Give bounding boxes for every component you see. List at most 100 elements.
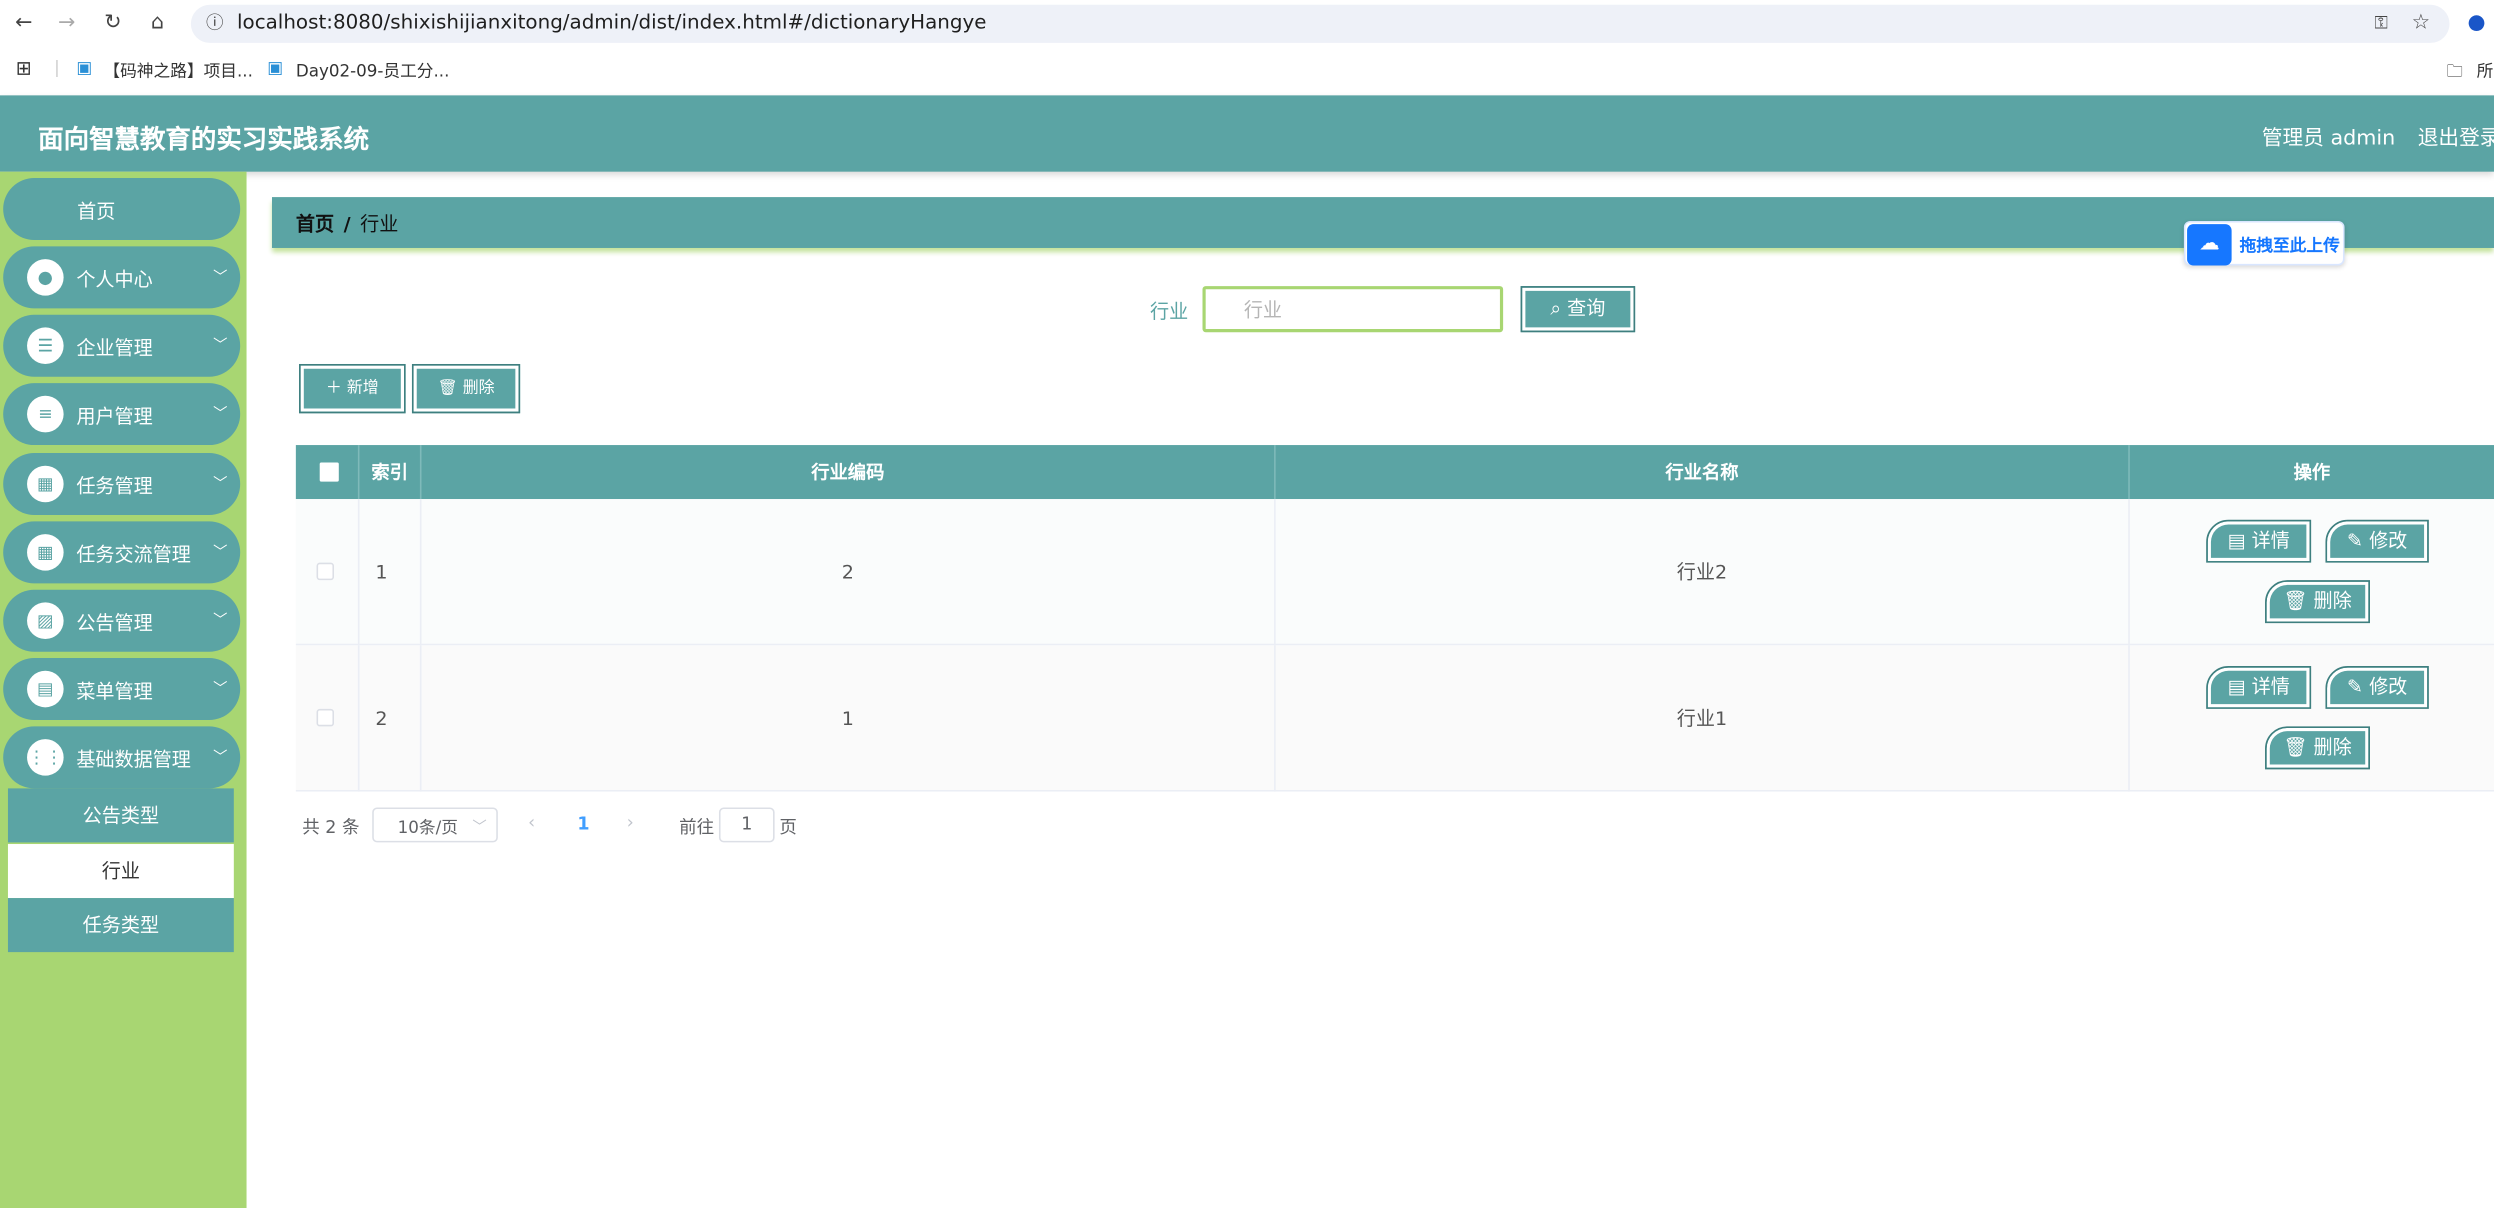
bilibili-icon: ▣ — [76, 58, 93, 78]
sidebar-item-personal[interactable]: ● 个人中心 ﹀ — [3, 246, 241, 309]
sidebar-item-users[interactable]: ≡ 用户管理 ﹀ — [3, 383, 241, 446]
back-icon[interactable]: ← — [11, 11, 36, 36]
actions-cell: ▤ 详情 ✎ 修改 🗑 删除 — [2130, 645, 2494, 791]
next-page-icon[interactable]: › — [627, 812, 634, 833]
upload-label: 拖拽至此上传 — [2239, 236, 2340, 256]
edit-button[interactable]: ✎ 修改 — [2325, 666, 2429, 709]
breadcrumb: 首页 / 行业 — [271, 197, 2494, 248]
index-cell: 1 — [359, 499, 422, 646]
chart-icon: ▨ — [27, 602, 64, 639]
delete-label: 删除 — [2313, 589, 2352, 612]
star-icon[interactable]: ☆ — [2408, 11, 2433, 36]
sidebar-item-base-data[interactable]: ⋮⋮ 基础数据管理 ﹀ — [3, 726, 241, 789]
upload-widget[interactable]: ☁ 拖拽至此上传 — [2183, 220, 2345, 266]
checkbox-cell — [296, 499, 360, 646]
cloud-upload-icon: ☁ — [2187, 224, 2232, 266]
name-cell: 行业2 — [1276, 499, 2130, 646]
key-icon[interactable]: ⚿ — [2368, 11, 2393, 36]
sidebar-item-notices[interactable]: ▨ 公告管理 ﹀ — [3, 589, 241, 652]
breadcrumb-separator: / — [343, 212, 351, 236]
detail-label: 详情 — [2251, 529, 2290, 552]
goto-label: 前往 — [679, 817, 715, 838]
url-text[interactable]: localhost:8080/shixishijianxitong/admin/… — [237, 10, 987, 34]
sidebar-item-enterprise[interactable]: ☰ 企业管理 ﹀ — [3, 314, 241, 377]
grid-icon: ▦ — [27, 465, 64, 503]
logout-link[interactable]: 退出登录 — [2418, 121, 2494, 151]
delete-button-label: 删除 — [462, 379, 495, 398]
page-number[interactable]: 1 — [577, 814, 589, 835]
chevron-down-icon: ﹀ — [213, 476, 228, 493]
sidebar-item-tasks[interactable]: ▦ 任务管理 ﹀ — [3, 453, 241, 515]
folder-icon: 🗀 — [2446, 61, 2464, 82]
sidebar-item-label: 菜单管理 — [76, 680, 153, 703]
sidebar-item-menus[interactable]: ▤ 菜单管理 ﹀ — [3, 658, 241, 721]
select-all-cell — [296, 445, 360, 500]
chevron-down-icon: ﹀ — [472, 820, 487, 837]
row-checkbox[interactable] — [316, 562, 335, 581]
search-icon: ⌕ — [1550, 297, 1562, 320]
forward-icon[interactable]: → — [54, 11, 79, 36]
delete-button[interactable]: 🗑 删除 — [2265, 580, 2370, 624]
add-button-label: 新增 — [346, 379, 379, 398]
detail-button[interactable]: ▤ 详情 — [2206, 666, 2312, 709]
profile-icon[interactable]: ● — [2464, 11, 2489, 36]
bookmark-folder[interactable]: 所 — [2477, 59, 2494, 83]
batch-delete-button[interactable]: 🗑 删除 — [411, 363, 521, 414]
bookmark-item[interactable]: Day02-09-员工分... — [296, 59, 450, 83]
breadcrumb-home[interactable]: 首页 — [296, 213, 334, 235]
search-button[interactable]: ⌕ 查询 — [1520, 286, 1636, 333]
submenu-task-type[interactable]: 任务类型 — [7, 898, 234, 953]
app-header: 面向智慧教育的实习实践系统 管理员 admin 退出登录 — [0, 95, 2494, 172]
edit-button[interactable]: ✎ 修改 — [2325, 519, 2429, 563]
sidebar-item-label: 基础数据管理 — [76, 748, 191, 771]
table-row: 1 2 行业2 ▤ 详情 ✎ 修改 🗑 删除 — [295, 499, 2494, 646]
sidebar-item-label: 企业管理 — [76, 336, 153, 360]
index-cell: 2 — [359, 645, 422, 792]
code-cell: 1 — [422, 645, 1276, 792]
bookmarks-bar: ⊞ | ▣ 【码神之路】项目... ▣ Day02-09-员工分... 🗀 所 — [0, 47, 2494, 96]
apps-icon: ⋮⋮ — [27, 739, 64, 776]
submenu-notice-type[interactable]: 公告类型 — [7, 788, 234, 843]
reload-icon[interactable]: ↻ — [100, 11, 125, 36]
list-icon: ≡ — [27, 395, 64, 433]
detail-label: 详情 — [2251, 675, 2290, 698]
goto-page-input[interactable]: 1 — [718, 807, 775, 843]
actions-cell: ▤ 详情 ✎ 修改 🗑 删除 — [2130, 499, 2494, 645]
sidebar-item-task-exchange[interactable]: ▦ 任务交流管理 ﹀ — [3, 521, 241, 584]
apps-grid-icon[interactable]: ⊞ — [16, 57, 32, 79]
chevron-up-icon: ﹀ — [213, 750, 228, 767]
bookmark-item[interactable]: 【码神之路】项目... — [103, 59, 253, 83]
name-cell: 行业1 — [1276, 645, 2130, 792]
site-info-icon[interactable]: ⓘ — [202, 11, 227, 36]
row-checkbox[interactable] — [316, 708, 335, 727]
clipboard-icon: ▤ — [27, 670, 64, 708]
add-button[interactable]: ＋ 新增 — [299, 363, 406, 414]
page-size-value: 10条/页 — [397, 818, 458, 838]
column-header: 索引 — [359, 445, 422, 500]
table-header: 索引 行业编码 行业名称 操作 — [295, 445, 2494, 500]
select-all-checkbox[interactable] — [319, 462, 339, 482]
chevron-down-icon: ﹀ — [213, 406, 228, 423]
sidebar-item-home[interactable]: 首页 — [3, 178, 241, 241]
search-label: 行业 — [1150, 300, 1189, 323]
chevron-down-icon: ﹀ — [213, 270, 228, 287]
pencil-icon: ✎ — [2347, 675, 2364, 698]
search-button-label: 查询 — [1567, 297, 1606, 320]
table-row: 2 1 行业1 ▤ 详情 ✎ 修改 🗑 删除 — [295, 645, 2494, 792]
sidebar-item-label: 公告管理 — [76, 611, 153, 635]
trash-icon: 🗑 — [2283, 589, 2308, 612]
chevron-down-icon: ﹀ — [213, 681, 228, 698]
document-icon: ▤ — [2227, 675, 2246, 698]
page-size-select[interactable]: 10条/页 ﹀ — [372, 807, 498, 843]
submenu-industry[interactable]: 行业 — [7, 844, 234, 899]
column-header: 操作 — [2293, 460, 2331, 484]
chevron-down-icon: ﹀ — [213, 545, 228, 562]
sliders-icon: ☰ — [27, 327, 64, 364]
column-header: 行业名称 — [1276, 445, 2130, 500]
home-icon[interactable]: ⌂ — [145, 11, 170, 36]
delete-button[interactable]: 🗑 删除 — [2265, 726, 2370, 770]
app-title: 面向智慧教育的实习实践系统 — [38, 123, 370, 155]
detail-button[interactable]: ▤ 详情 — [2206, 519, 2312, 563]
prev-page-icon[interactable]: ‹ — [528, 812, 535, 833]
search-input[interactable] — [1202, 286, 1504, 333]
